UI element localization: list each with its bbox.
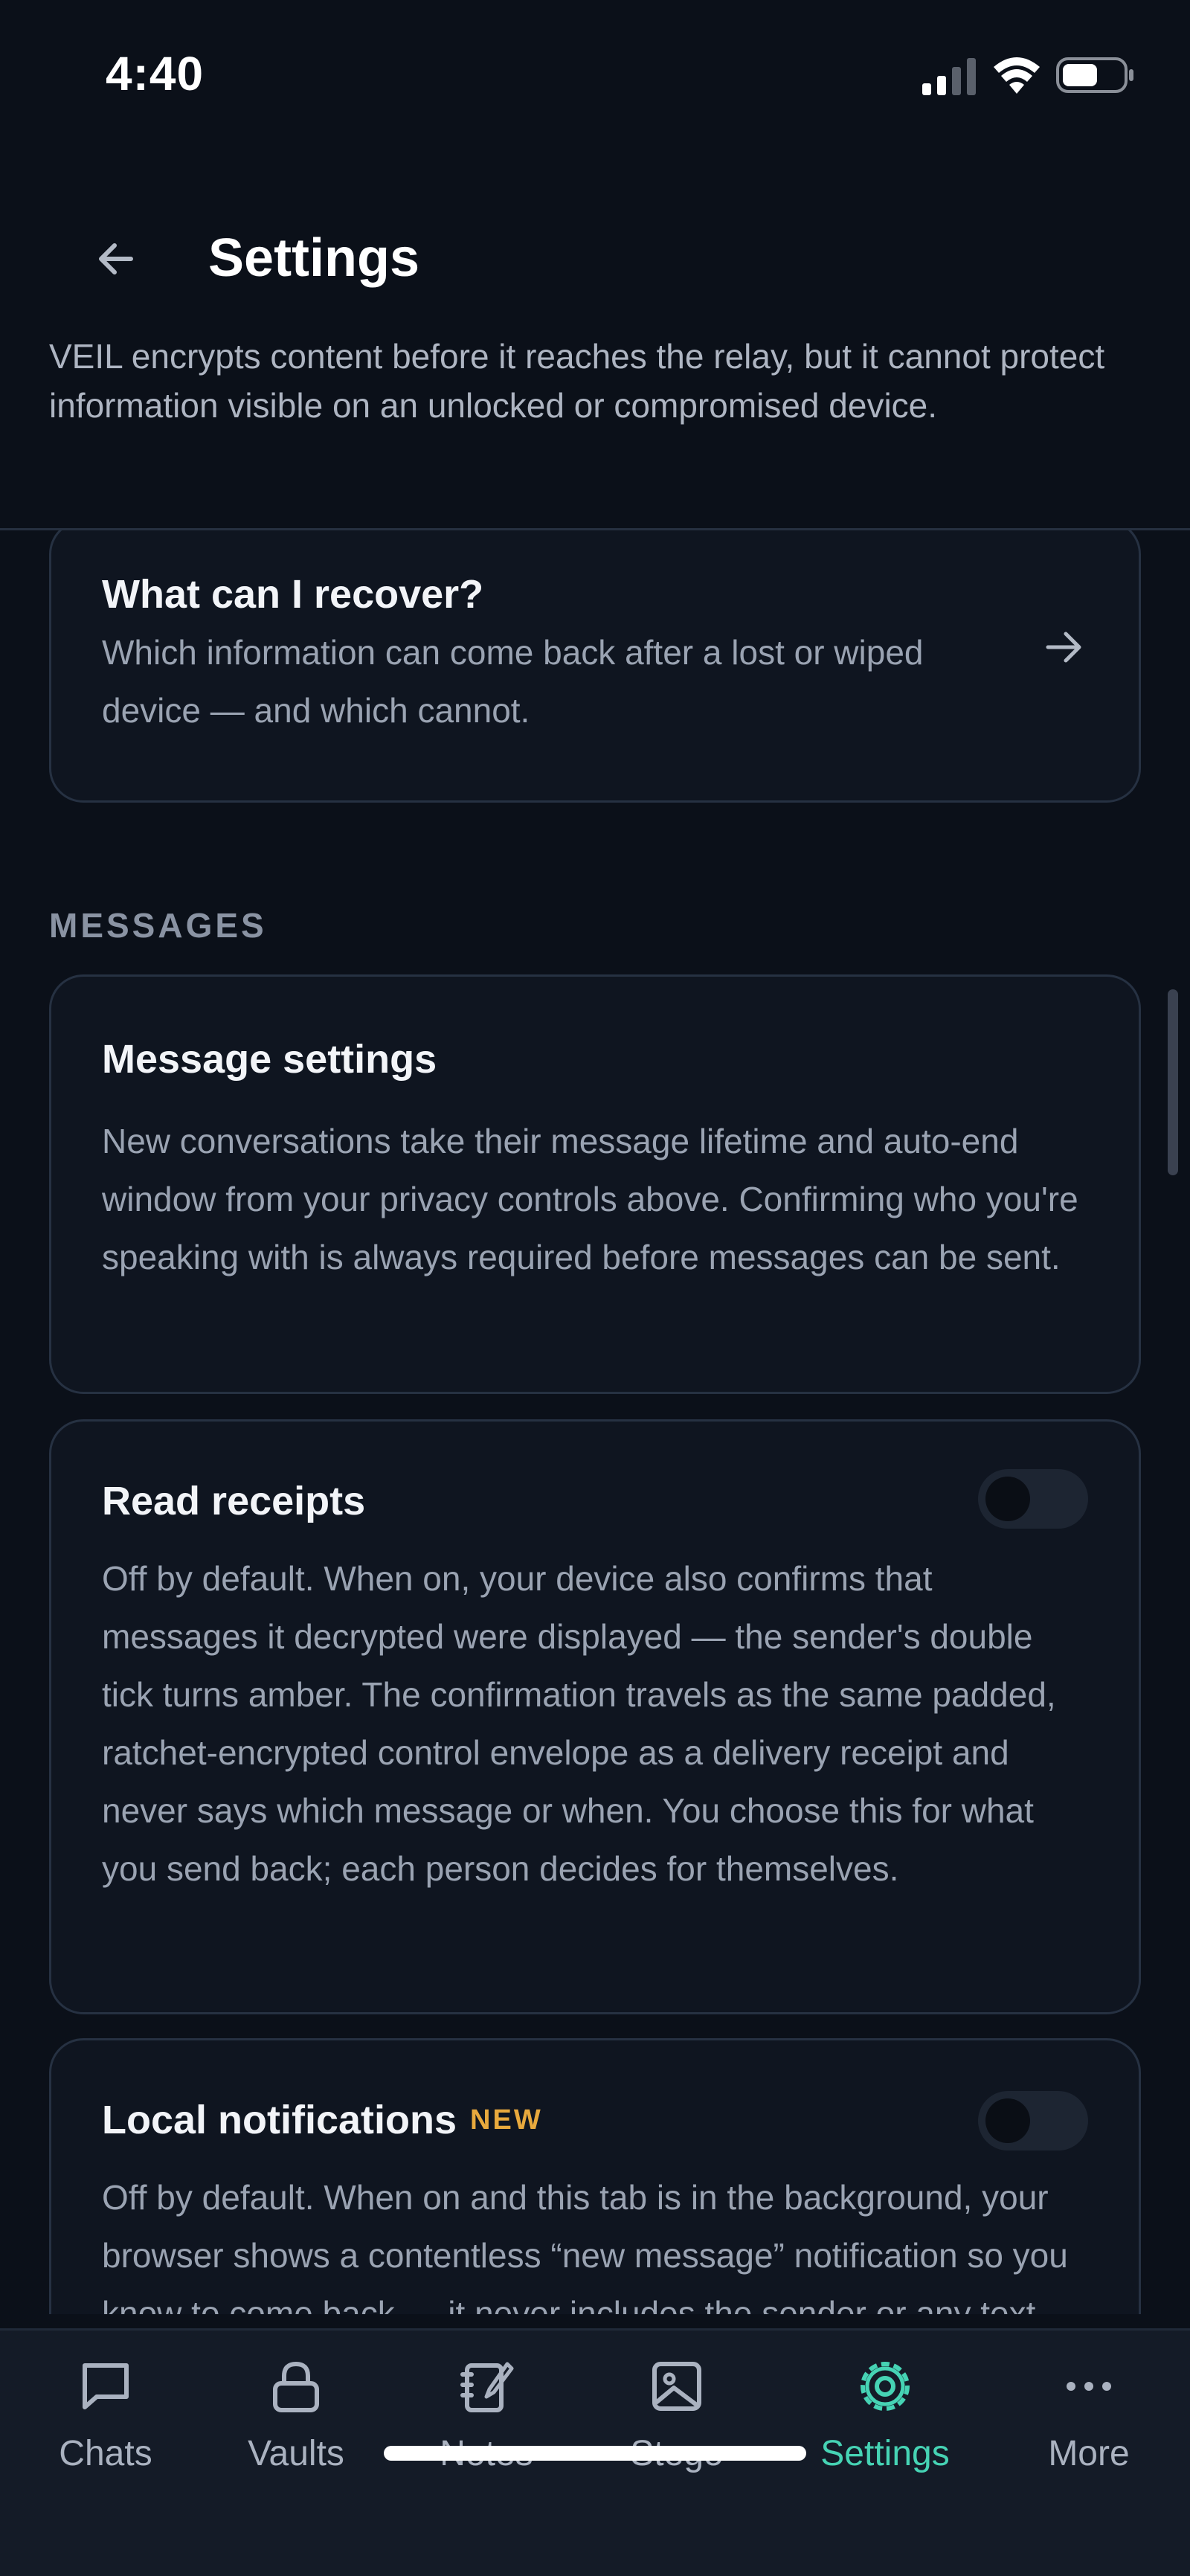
settings-intro: VEIL encrypts content before it reaches … — [49, 337, 1105, 425]
wifi-icon — [994, 57, 1040, 94]
page-title: Settings — [208, 228, 420, 288]
more-icon — [1055, 2353, 1122, 2420]
message-settings-title: Message settings — [102, 1037, 437, 1082]
arrow-left-icon — [99, 243, 133, 274]
recover-card[interactable]: What can I recover? Which information ca… — [49, 530, 1141, 803]
home-indicator[interactable] — [384, 2446, 806, 2461]
recover-card-title: What can I recover? — [102, 572, 484, 617]
notes-icon — [453, 2353, 520, 2420]
local-notifications-description: Off by default. When on and this tab is … — [102, 2178, 1068, 2314]
read-receipts-description: Off by default. When on, your device als… — [102, 1559, 1056, 1888]
scrollbar-thumb[interactable] — [1168, 989, 1178, 1175]
tab-settings-label: Settings — [820, 2434, 950, 2473]
back-button[interactable] — [83, 226, 149, 292]
tab-chats-label: Chats — [59, 2434, 152, 2473]
settings-scroll-area[interactable]: What can I recover? Which information ca… — [0, 530, 1190, 2314]
tab-vaults-label: Vaults — [248, 2434, 344, 2473]
cellular-signal-icon — [922, 58, 976, 95]
image-icon — [643, 2353, 710, 2420]
local-notifications-toggle[interactable] — [978, 2091, 1088, 2151]
tab-settings[interactable]: Settings — [803, 2353, 967, 2502]
tab-notes[interactable]: Notes — [405, 2353, 568, 2502]
status-time: 4:40 — [106, 47, 205, 100]
read-receipts-toggle[interactable] — [978, 1469, 1088, 1529]
tab-chats[interactable]: Chats — [24, 2353, 187, 2502]
tab-more-label: More — [1048, 2434, 1130, 2473]
screen: 4:40 Settings VEIL encrypts content befo… — [0, 0, 1190, 2576]
status-bar: 4:40 — [0, 0, 1190, 149]
local-notifications-card: Local notifications NEW Off by default. W… — [49, 2038, 1141, 2314]
chat-icon — [72, 2353, 139, 2420]
tab-vaults[interactable]: Vaults — [214, 2353, 378, 2502]
new-badge: NEW — [470, 2104, 543, 2136]
toggle-knob — [985, 2098, 1030, 2143]
arrow-right-icon — [1046, 632, 1081, 663]
settings-header: Settings VEIL encrypts content before it… — [0, 149, 1190, 530]
local-notifications-title-row: Local notifications NEW — [102, 2097, 543, 2143]
message-settings-card: Message settings New conversations take … — [49, 974, 1141, 1394]
lock-icon — [263, 2353, 329, 2420]
gear-icon — [852, 2353, 919, 2420]
message-settings-description: New conversations take their message lif… — [102, 1122, 1078, 1276]
tab-more[interactable]: More — [1007, 2353, 1171, 2502]
tab-stego[interactable]: Stego — [595, 2353, 759, 2502]
local-notifications-title: Local notifications — [102, 2098, 457, 2142]
section-label-messages: MESSAGES — [49, 906, 267, 945]
toggle-knob — [985, 1477, 1030, 1521]
read-receipts-title: Read receipts — [102, 1479, 366, 1523]
battery-icon — [1056, 57, 1133, 93]
recover-card-description: Which information can come back after a … — [102, 633, 924, 730]
read-receipts-card: Read receipts Off by default. When on, y… — [49, 1419, 1141, 2014]
